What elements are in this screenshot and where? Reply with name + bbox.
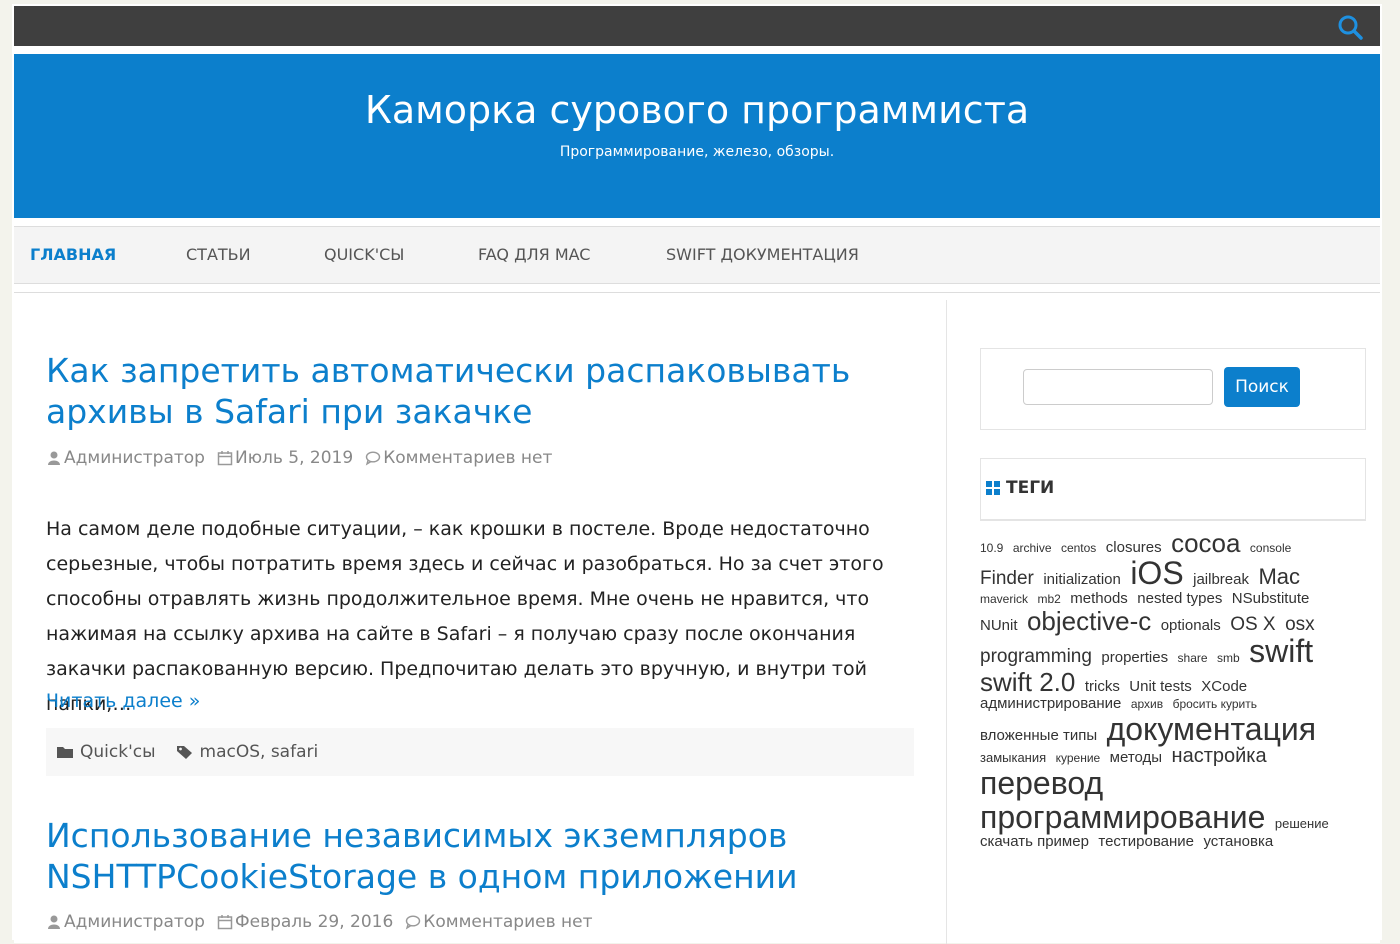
tag-link[interactable]: initialization xyxy=(1043,571,1121,588)
post-author-link[interactable]: Администратор xyxy=(64,912,205,932)
tag-link[interactable]: iOS xyxy=(1130,555,1183,591)
search-input[interactable] xyxy=(1023,369,1213,405)
tag-link[interactable]: share xyxy=(1178,651,1208,665)
post-title[interactable]: Использование независимых экземпляров NS… xyxy=(46,815,926,897)
tag-link[interactable]: администрирование xyxy=(980,695,1121,712)
tags-icon xyxy=(176,746,192,759)
content-separator xyxy=(946,300,947,944)
user-icon xyxy=(48,451,60,465)
tag-link[interactable]: jailbreak xyxy=(1193,571,1249,588)
tag-link[interactable]: документация xyxy=(1107,711,1317,747)
tag-link[interactable]: console xyxy=(1250,541,1291,555)
post-comments-link[interactable]: Комментариев нет xyxy=(423,912,592,932)
tag-link[interactable]: вложенные типы xyxy=(980,727,1097,744)
post-comments-link[interactable]: Комментариев нет xyxy=(383,448,552,468)
tag-link[interactable]: методы xyxy=(1110,749,1162,766)
tag-link[interactable]: программирование xyxy=(980,799,1265,835)
tag-link[interactable]: mb2 xyxy=(1037,592,1060,606)
post-tags-link[interactable]: macOS, safari xyxy=(200,742,319,762)
tags-title-label: ТЕГИ xyxy=(1006,478,1055,498)
tag-link[interactable]: swift xyxy=(1249,633,1313,669)
tag-link[interactable]: архив xyxy=(1131,697,1163,711)
tag-link[interactable]: cocoa xyxy=(1171,528,1240,558)
post-meta: Администратор Июль 5, 2019 Комментариев … xyxy=(46,448,552,468)
tag-link[interactable]: tricks xyxy=(1085,678,1120,695)
post-meta: Администратор Февраль 29, 2016 Комментар… xyxy=(46,912,593,932)
site-title[interactable]: Каморка сурового программиста xyxy=(14,88,1380,132)
comment-icon xyxy=(365,451,381,466)
comment-icon xyxy=(406,915,421,930)
main-navigation: ГЛАВНАЯ СТАТЬИ QUICK'СЫ FAQ ДЛЯ MAC SWIF… xyxy=(14,226,1380,284)
tags-widget-title: ТЕГИ xyxy=(985,478,1054,498)
tag-link[interactable]: курение xyxy=(1056,751,1101,765)
search-button[interactable]: Поиск xyxy=(1224,367,1300,407)
tag-link[interactable]: бросить курить xyxy=(1173,697,1257,711)
tag-grid-icon xyxy=(986,481,1000,495)
tag-link[interactable]: NSubstitute xyxy=(1232,590,1310,607)
tag-link[interactable]: closures xyxy=(1106,539,1162,556)
tag-link[interactable]: NUnit xyxy=(980,617,1018,634)
tag-link[interactable]: решение xyxy=(1275,816,1329,831)
post-footer: Quick'сы macOS, safari xyxy=(46,728,914,776)
top-bar xyxy=(14,6,1380,46)
user-icon xyxy=(48,915,60,929)
tag-link[interactable]: smb xyxy=(1217,651,1240,665)
tag-link[interactable]: properties xyxy=(1101,649,1168,666)
tag-link[interactable]: Finder xyxy=(980,568,1034,589)
tag-link[interactable]: перевод xyxy=(980,765,1103,801)
tag-link[interactable]: Mac xyxy=(1258,564,1300,589)
tag-link[interactable]: OS X xyxy=(1230,614,1275,635)
tag-link[interactable]: 10.9 xyxy=(980,541,1003,555)
tag-link[interactable]: тестирование xyxy=(1098,833,1194,850)
nav-item-quicks[interactable]: QUICK'СЫ xyxy=(324,245,404,264)
tag-link[interactable]: archive xyxy=(1013,541,1052,555)
tag-link[interactable]: скачать пример xyxy=(980,833,1089,850)
tag-link[interactable]: swift 2.0 xyxy=(980,667,1075,697)
post-date-link[interactable]: Июль 5, 2019 xyxy=(235,448,353,468)
post-title[interactable]: Как запретить автоматически распаковыват… xyxy=(46,350,926,432)
nav-item-home[interactable]: ГЛАВНАЯ xyxy=(30,245,116,264)
post-author-link[interactable]: Администратор xyxy=(64,448,205,468)
site-header: Каморка сурового программиста Программир… xyxy=(14,54,1380,218)
nav-item-faq-mac[interactable]: FAQ ДЛЯ MAC xyxy=(478,245,590,264)
tag-link[interactable]: настройка xyxy=(1172,745,1267,767)
search-toggle-button[interactable] xyxy=(1328,8,1372,46)
folder-icon xyxy=(57,747,73,758)
post-category-link[interactable]: Quick'сы xyxy=(80,742,156,762)
tag-link[interactable]: centos xyxy=(1061,541,1096,555)
post-date-link[interactable]: Февраль 29, 2016 xyxy=(235,912,393,932)
search-icon xyxy=(1338,15,1363,40)
tag-link[interactable]: Unit tests xyxy=(1129,678,1192,695)
tag-link[interactable]: methods xyxy=(1070,590,1128,607)
tag-cloud: 10.9 archive centos closures cocoa conso… xyxy=(980,528,1340,851)
site-description: Программирование, железо, обзоры. xyxy=(559,144,835,160)
tag-link[interactable]: установка xyxy=(1203,833,1273,850)
tag-link[interactable]: XCode xyxy=(1201,678,1247,695)
search-widget: Поиск xyxy=(980,348,1366,430)
calendar-icon xyxy=(217,451,233,466)
tag-link[interactable]: objective-c xyxy=(1027,606,1151,636)
tag-link[interactable]: optionals xyxy=(1161,617,1221,634)
tag-link[interactable]: nested types xyxy=(1137,590,1222,607)
nav-item-articles[interactable]: СТАТЬИ xyxy=(186,245,251,264)
calendar-icon xyxy=(217,915,233,930)
nav-item-swift-docs[interactable]: SWIFT ДОКУМЕНТАЦИЯ xyxy=(666,245,859,264)
read-more-link[interactable]: Читать далее » xyxy=(46,690,200,712)
tag-link[interactable]: maverick xyxy=(980,592,1028,606)
tag-link[interactable]: замыкания xyxy=(980,750,1046,765)
